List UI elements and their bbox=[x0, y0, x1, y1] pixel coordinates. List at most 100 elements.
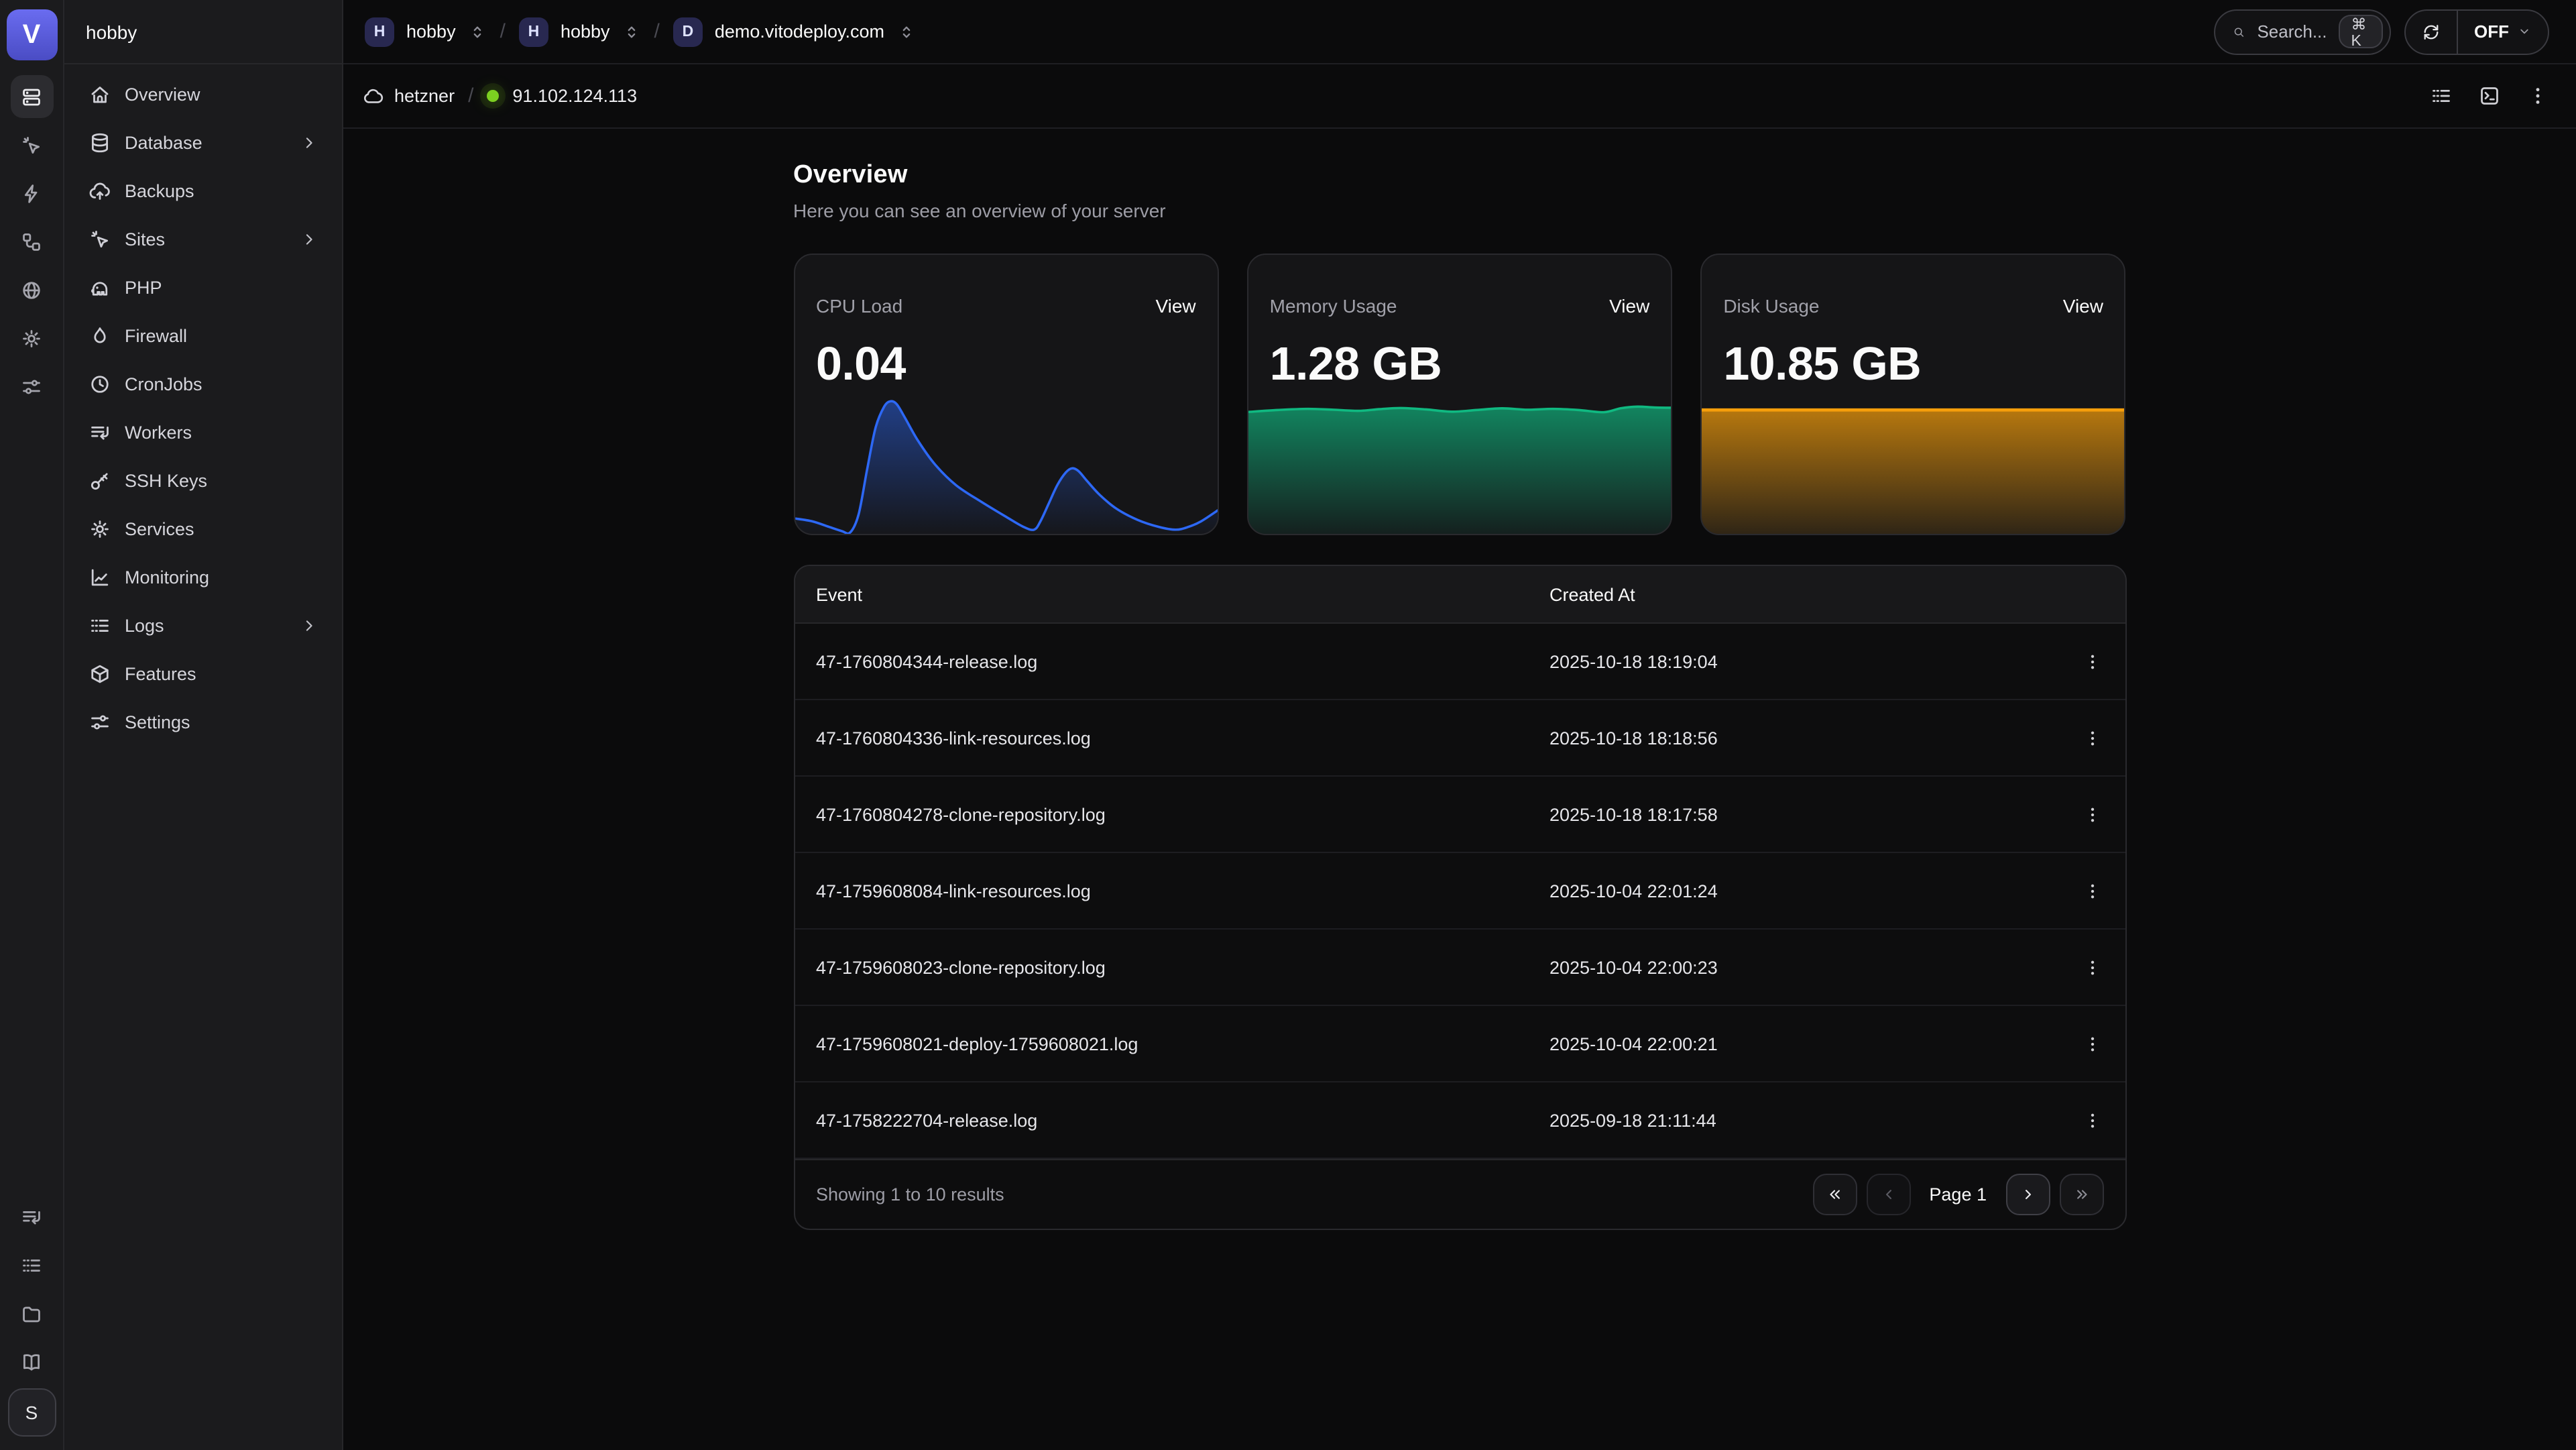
disk-view-link[interactable]: View bbox=[2063, 295, 2103, 317]
app-window: V bbox=[0, 0, 2576, 1450]
status-dot bbox=[487, 90, 499, 102]
cpu-view-link[interactable]: View bbox=[1155, 295, 1195, 317]
breadcrumb-chip: H bbox=[519, 17, 548, 46]
sidebar-menu: Overview Database Backups Sites PHP bbox=[64, 64, 342, 751]
refresh-button[interactable] bbox=[2406, 10, 2457, 53]
content-area: Overview Here you can see an overview of… bbox=[343, 129, 2576, 1450]
table-row[interactable]: 47-1759608023-clone-repository.log 2025-… bbox=[795, 930, 2125, 1006]
cloud-upload-icon bbox=[89, 179, 111, 202]
table-row[interactable]: 47-1759608021-deploy-1759608021.log 2025… bbox=[795, 1006, 2125, 1082]
sidebar-item-overview[interactable]: Overview bbox=[78, 72, 329, 115]
cursor-click-icon bbox=[20, 133, 43, 156]
user-avatar[interactable]: S bbox=[7, 1388, 56, 1437]
rail-docs-button[interactable] bbox=[10, 1340, 53, 1383]
row-actions-button[interactable] bbox=[2072, 718, 2113, 758]
sidebar-item-backups[interactable]: Backups bbox=[78, 169, 329, 212]
created-at-cell: 2025-10-18 18:18:56 bbox=[1549, 728, 2060, 748]
memory-usage-card: Memory Usage View 1.28 GB bbox=[1247, 254, 1673, 535]
sidebar-item-features[interactable]: Features bbox=[78, 652, 329, 695]
sidebar-item-database[interactable]: Database bbox=[78, 121, 329, 164]
search-input[interactable]: Search... ⌘ K bbox=[2214, 9, 2391, 54]
row-actions-button[interactable] bbox=[2072, 794, 2113, 834]
terminal-button[interactable] bbox=[2478, 85, 2501, 107]
sidebar-item-label: PHP bbox=[125, 277, 162, 297]
sidebar-item-label: Sites bbox=[125, 229, 165, 249]
rail-network-button[interactable] bbox=[10, 268, 53, 311]
breadcrumb-separator: / bbox=[500, 20, 506, 43]
rail-services-button[interactable] bbox=[10, 317, 53, 359]
table-row[interactable]: 47-1758222704-release.log 2025-09-18 21:… bbox=[795, 1082, 2125, 1159]
breadcrumb-label: demo.vitodeploy.com bbox=[715, 21, 884, 42]
last-page-button[interactable] bbox=[2059, 1174, 2103, 1215]
rail-activity-button[interactable] bbox=[10, 172, 53, 215]
sidebar-item-services[interactable]: Services bbox=[78, 507, 329, 550]
folder-icon bbox=[20, 1302, 43, 1325]
cloud-icon bbox=[362, 85, 384, 107]
auto-refresh-control: OFF bbox=[2404, 9, 2549, 54]
table-row[interactable]: 47-1760804278-clone-repository.log 2025-… bbox=[795, 777, 2125, 853]
sidebar-item-sites[interactable]: Sites bbox=[78, 217, 329, 260]
memory-usage-value: 1.28 GB bbox=[1248, 338, 1672, 392]
row-actions-button[interactable] bbox=[2072, 641, 2113, 681]
chevrons-left-icon bbox=[1826, 1186, 1843, 1203]
breadcrumb-project[interactable]: H hobby bbox=[365, 17, 487, 46]
breadcrumb-site[interactable]: D demo.vitodeploy.com bbox=[673, 17, 915, 46]
page-indicator: Page 1 bbox=[1929, 1184, 1987, 1205]
clock-icon bbox=[89, 372, 111, 395]
breadcrumb-separator: / bbox=[468, 85, 473, 107]
rail-servers-button[interactable] bbox=[10, 75, 53, 118]
created-at-cell: 2025-09-18 21:11:44 bbox=[1549, 1110, 2060, 1130]
terminal-icon bbox=[2478, 85, 2501, 107]
main-area: H hobby / H hobby / D demo.vitodeploy.co… bbox=[343, 0, 2576, 1450]
sidebar-item-label: Firewall bbox=[125, 325, 187, 345]
auto-refresh-dropdown[interactable]: OFF bbox=[2458, 10, 2548, 53]
rail-sites-button[interactable] bbox=[10, 123, 53, 166]
breadcrumb-label: hobby bbox=[406, 21, 456, 42]
row-actions-button[interactable] bbox=[2072, 947, 2113, 987]
sidebar-item-php[interactable]: PHP bbox=[78, 266, 329, 309]
next-page-button[interactable] bbox=[2005, 1174, 2050, 1215]
created-at-cell: 2025-10-18 18:17:58 bbox=[1549, 804, 2060, 824]
column-header-created-at: Created At bbox=[1549, 584, 2060, 604]
rail-files-button[interactable] bbox=[10, 1292, 53, 1335]
first-page-button[interactable] bbox=[1812, 1174, 1857, 1215]
row-actions-button[interactable] bbox=[2072, 871, 2113, 911]
more-actions-button[interactable] bbox=[2526, 85, 2549, 107]
sidebar-item-cronjobs[interactable]: CronJobs bbox=[78, 362, 329, 405]
topbar: H hobby / H hobby / D demo.vitodeploy.co… bbox=[343, 0, 2576, 64]
search-shortcut-badge: ⌘ K bbox=[2339, 15, 2384, 48]
table-row[interactable]: 47-1759608084-link-resources.log 2025-10… bbox=[795, 853, 2125, 930]
table-row[interactable]: 47-1760804336-link-resources.log 2025-10… bbox=[795, 700, 2125, 777]
memory-view-link[interactable]: View bbox=[1609, 295, 1649, 317]
sidebar-item-label: CronJobs bbox=[125, 374, 202, 394]
rail-nodes-button[interactable] bbox=[10, 220, 53, 263]
chevron-left-icon bbox=[1879, 1186, 1897, 1203]
row-actions-button[interactable] bbox=[2072, 1023, 2113, 1064]
gear-icon bbox=[89, 517, 111, 540]
sidebar-item-firewall[interactable]: Firewall bbox=[78, 314, 329, 357]
event-cell: 47-1759608084-link-resources.log bbox=[795, 881, 1549, 901]
log-list-button[interactable] bbox=[2430, 85, 2453, 107]
event-cell: 47-1760804344-release.log bbox=[795, 651, 1549, 671]
previous-page-button[interactable] bbox=[1866, 1174, 1910, 1215]
sidebar-item-settings[interactable]: Settings bbox=[78, 700, 329, 743]
cursor-click-icon bbox=[89, 227, 111, 250]
app-logo[interactable]: V bbox=[6, 9, 57, 60]
breadcrumb-chip: D bbox=[673, 17, 703, 46]
sidebar-item-logs[interactable]: Logs bbox=[78, 604, 329, 647]
rail-preferences-button[interactable] bbox=[10, 365, 53, 408]
breadcrumb-server[interactable]: H hobby bbox=[519, 17, 641, 46]
queue-icon bbox=[20, 1205, 43, 1228]
pagination: Page 1 bbox=[1812, 1174, 2103, 1215]
sidebar-item-ssh-keys[interactable]: SSH Keys bbox=[78, 459, 329, 502]
server-ip: 91.102.124.113 bbox=[512, 86, 637, 106]
sidebar-item-monitoring[interactable]: Monitoring bbox=[78, 555, 329, 598]
rail-queue-button[interactable] bbox=[10, 1195, 53, 1238]
row-actions-button[interactable] bbox=[2072, 1100, 2113, 1140]
table-row[interactable]: 47-1760804344-release.log 2025-10-18 18:… bbox=[795, 624, 2125, 700]
chevron-right-icon bbox=[2019, 1186, 2036, 1203]
avatar-letter: S bbox=[25, 1402, 38, 1423]
sidebar-item-workers[interactable]: Workers bbox=[78, 410, 329, 453]
rail-logs-button[interactable] bbox=[10, 1243, 53, 1286]
created-at-cell: 2025-10-04 22:01:24 bbox=[1549, 881, 2060, 901]
